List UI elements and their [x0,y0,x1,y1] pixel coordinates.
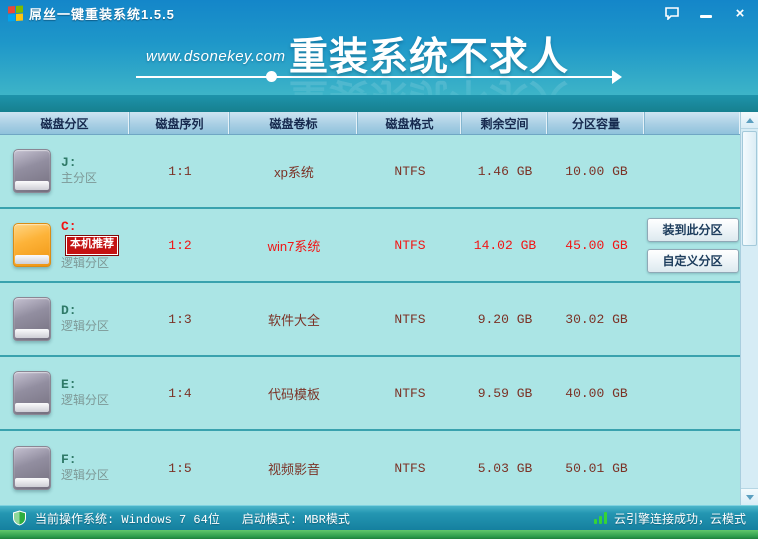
shield-icon [13,510,26,526]
window-title: 屌丝一键重装系统1.5.5 [29,6,175,22]
table-header: 磁盘分区 磁盘序列 磁盘卷标 磁盘格式 剩余空间 分区容量 [0,112,740,135]
recommended-badge: 本机推荐 [65,234,119,256]
capacity: 50.01 GB [565,460,628,476]
close-button[interactable]: × [730,4,750,22]
banner-arrow-icon [612,70,622,84]
table-row-j[interactable]: J: 主分区 1:1 xp系统 NTFS 1.46 GB 10.00 GB [0,135,740,209]
header-banner: 屌丝一键重装系统1.5.5 × www.dsonekey.com 重装系统不求人… [0,0,758,118]
disk-icon [13,371,51,415]
disk-serial: 1:2 [168,237,192,253]
install-to-partition-button[interactable]: 装到此分区 [646,217,739,242]
disk-format: NTFS [394,311,426,327]
volume-label: 软件大全 [267,312,320,328]
capacity: 45.00 GB [565,237,628,253]
capacity: 40.00 GB [565,385,628,401]
disk-icon [13,223,51,267]
header-free-space: 剩余空间 [462,112,548,134]
disk-serial: 1:3 [168,311,192,327]
volume-label: 视频影音 [267,461,320,477]
capacity: 30.02 GB [565,311,628,327]
table-row-e[interactable]: E: 逻辑分区 1:4 代码模板 NTFS 9.59 GB 40.00 GB [0,357,740,431]
header-disk-label: 磁盘卷标 [230,112,358,134]
titlebar: 屌丝一键重装系统1.5.5 × [0,0,758,26]
partition-type: 逻辑分区 [61,394,110,408]
drive-letter: E: [61,377,77,392]
header-disk-partition: 磁盘分区 [0,112,130,134]
disk-format: NTFS [394,385,426,401]
minimize-button[interactable] [696,4,716,22]
banner-dot [266,71,277,82]
table-row-f[interactable]: F: 逻辑分区 1:5 视频影音 NTFS 5.03 GB 50.01 GB [0,431,740,505]
disk-icon [13,446,51,490]
volume-label: win7系统 [267,238,321,254]
app-logo-icon [8,4,23,22]
header-disk-serial: 磁盘序列 [130,112,230,134]
partition-type: 主分区 [61,172,98,186]
partition-type: 逻辑分区 [61,469,110,483]
feedback-bubble-icon[interactable] [662,4,682,22]
header-actions-empty [645,112,740,134]
disk-format: NTFS [394,163,426,179]
signal-bars-icon [593,512,607,524]
header-disk-format: 磁盘格式 [358,112,462,134]
table-row-d[interactable]: D: 逻辑分区 1:3 软件大全 NTFS 9.20 GB 30.02 GB [0,283,740,357]
current-os-label: 当前操作系统: Windows 7 64位 [35,512,220,527]
free-space: 5.03 GB [477,460,533,476]
scroll-up-arrow-icon[interactable] [741,112,758,129]
drive-letter: D: [61,303,77,318]
free-space: 9.20 GB [477,311,533,327]
drive-letter: F: [61,452,77,467]
free-space: 9.59 GB [477,385,533,401]
free-space: 1.46 GB [477,163,533,179]
disk-serial: 1:4 [168,385,192,401]
volume-label: 代码模板 [267,386,320,402]
site-url: www.dsonekey.com [146,48,286,65]
scrollbar-thumb[interactable] [742,131,757,246]
table-row-c[interactable]: C:本机推荐 逻辑分区 1:2 win7系统 NTFS 14.02 GB 45.… [0,209,740,283]
disk-format: NTFS [394,460,426,476]
divider-strip [0,95,758,112]
disk-serial: 1:5 [168,460,192,476]
scroll-down-arrow-icon[interactable] [741,488,758,505]
partition-type: 逻辑分区 [61,256,110,271]
partition-type: 逻辑分区 [61,320,110,334]
app-window: 屌丝一键重装系统1.5.5 × www.dsonekey.com 重装系统不求人… [0,0,758,539]
disk-icon [13,149,51,193]
bottom-green-strip [0,530,758,539]
status-bar: 当前操作系统: Windows 7 64位 启动模式: MBR模式 云引擎连接成… [0,505,758,530]
partition-table: J: 主分区 1:1 xp系统 NTFS 1.46 GB 10.00 GB C:… [0,135,740,505]
disk-icon [13,297,51,341]
free-space: 14.02 GB [473,237,537,253]
boot-mode-label: 启动模式: MBR模式 [241,512,350,527]
custom-partition-button[interactable]: 自定义分区 [646,248,739,273]
disk-serial: 1:1 [168,163,192,179]
capacity: 10.00 GB [565,163,628,179]
vertical-scrollbar[interactable] [740,112,758,505]
drive-letter: C: [61,218,77,234]
header-capacity: 分区容量 [548,112,645,134]
drive-letter: J: [61,155,77,170]
volume-label: xp系统 [274,164,314,180]
disk-format: NTFS [394,237,426,253]
cloud-status-label: 云引擎连接成功，云模式 [613,512,746,527]
